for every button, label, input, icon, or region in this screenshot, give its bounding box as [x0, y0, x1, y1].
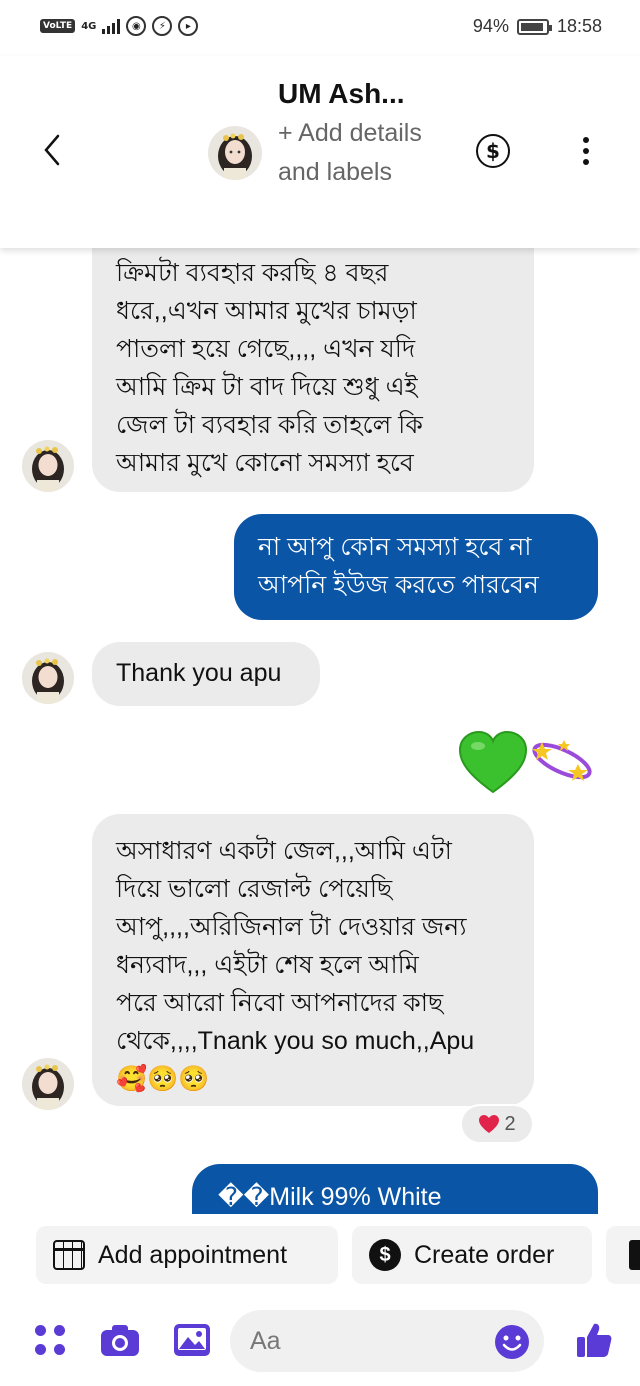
gallery-button[interactable]: [172, 1320, 212, 1360]
signal-icon: [102, 18, 121, 34]
incoming-message[interactable]: Thank you apu: [92, 642, 320, 706]
data-saver-icon: ▸: [178, 16, 199, 36]
battery-icon: [516, 18, 552, 35]
message-text: না আপু কোন সমস্যা হবে না আপনি ইউজ করতে প…: [258, 533, 539, 599]
list-icon: [622, 1238, 640, 1272]
message-text: অসাধারণ একটা জেল,,,আমি এটা দিয়ে ভালো রে…: [116, 837, 475, 1093]
battery-percent: 94%: [472, 16, 509, 36]
emoji-button[interactable]: [494, 1324, 530, 1360]
message-text: Thank you apu: [116, 659, 282, 687]
sender-avatar[interactable]: [22, 652, 74, 704]
payment-button[interactable]: $: [476, 134, 510, 168]
message-text: ক্রিমটা ব্যবহার করছি ৪ বছর ধরে,,এখন আমার…: [116, 259, 423, 477]
sender-avatar[interactable]: [22, 1058, 74, 1110]
more-actions-chip[interactable]: [606, 1226, 640, 1284]
status-right: 94% 18:58: [473, 16, 602, 37]
incoming-message[interactable]: অসাধারণ একটা জেল,,,আমি এটা দিয়ে ভালো রে…: [92, 814, 534, 1106]
outgoing-message[interactable]: না আপু কোন সমস্যা হবে না আপনি ইউজ করতে প…: [234, 514, 598, 620]
message-reaction[interactable]: 2: [460, 1104, 534, 1144]
sender-avatar[interactable]: [22, 440, 74, 492]
chevron-left-icon: [44, 134, 60, 166]
calendar-icon: [52, 1238, 86, 1272]
create-order-button[interactable]: $ Create order: [352, 1226, 592, 1284]
add-details-link[interactable]: + Add details and labels: [278, 114, 428, 192]
more-options-button[interactable]: [576, 134, 596, 168]
network-label: 4G: [81, 20, 97, 32]
chip-label: Add appointment: [98, 1240, 288, 1269]
green-heart-emoji[interactable]: [458, 730, 528, 796]
add-appointment-button[interactable]: Add appointment: [36, 1226, 338, 1284]
apps-button[interactable]: [30, 1320, 70, 1360]
status-left: VoLTE 4G ◉ ⚡ ▸: [40, 16, 199, 36]
volte-badge: VoLTE: [40, 19, 76, 33]
incoming-message[interactable]: ক্রিমটা ব্যবহার করছি ৪ বছর ধরে,,এখন আমার…: [92, 248, 534, 492]
dizzy-stars-emoji[interactable]: [528, 736, 596, 786]
camera-button[interactable]: [100, 1320, 140, 1360]
thumbs-up-icon: [577, 1323, 612, 1357]
reaction-count: 2: [504, 1112, 516, 1135]
composer-bar: [0, 1300, 640, 1386]
contact-name[interactable]: UM Ash...: [278, 78, 405, 110]
message-text: ��Milk 99% White: [218, 1183, 442, 1211]
dollar-icon: $: [368, 1238, 402, 1272]
eye-icon: ◉: [126, 16, 147, 36]
message-list[interactable]: ক্রিমটা ব্যবহার করছি ৪ বছর ধরে,,এখন আমার…: [0, 248, 640, 1214]
status-bar: VoLTE 4G ◉ ⚡ ▸ 94% 18:58: [0, 0, 640, 56]
contact-avatar[interactable]: [208, 126, 262, 180]
camera-icon: [101, 1325, 139, 1356]
conversation-header: UM Ash... + Add details and labels $: [0, 56, 640, 248]
image-icon: [174, 1324, 210, 1356]
dollar-icon: $: [486, 139, 500, 163]
clock: 18:58: [556, 16, 602, 36]
quick-actions-bar: Add appointment $ Create order: [0, 1214, 640, 1300]
grid-dots-icon: [35, 1325, 65, 1355]
red-heart-icon: [479, 1115, 500, 1133]
messenger-icon: ⚡: [152, 16, 173, 36]
outgoing-message[interactable]: ��Milk 99% White: [192, 1164, 598, 1214]
like-button[interactable]: [574, 1320, 614, 1360]
back-button[interactable]: [34, 132, 70, 168]
chip-label: Create order: [414, 1240, 555, 1269]
